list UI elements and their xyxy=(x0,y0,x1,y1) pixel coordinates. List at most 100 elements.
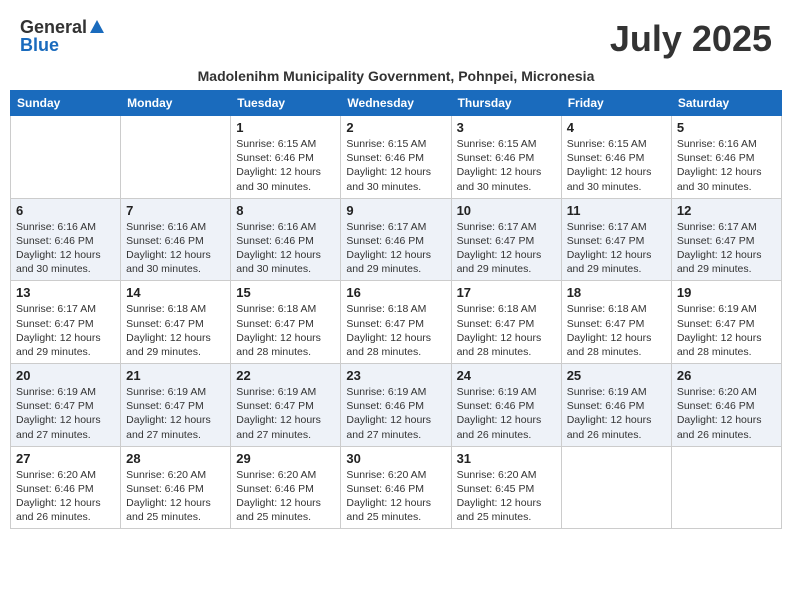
day-number: 29 xyxy=(236,451,335,466)
day-info: Sunrise: 6:15 AM Sunset: 6:46 PM Dayligh… xyxy=(346,137,445,194)
day-info: Sunrise: 6:19 AM Sunset: 6:46 PM Dayligh… xyxy=(346,385,445,442)
day-info: Sunrise: 6:19 AM Sunset: 6:46 PM Dayligh… xyxy=(457,385,556,442)
day-number: 14 xyxy=(126,285,225,300)
calendar-table: SundayMondayTuesdayWednesdayThursdayFrid… xyxy=(10,90,782,529)
calendar-cell: 23 Sunrise: 6:19 AM Sunset: 6:46 PM Dayli… xyxy=(341,364,451,447)
logo-icon xyxy=(89,19,105,35)
day-number: 31 xyxy=(457,451,556,466)
day-info: Sunrise: 6:18 AM Sunset: 6:47 PM Dayligh… xyxy=(346,302,445,359)
day-info: Sunrise: 6:19 AM Sunset: 6:47 PM Dayligh… xyxy=(236,385,335,442)
day-number: 8 xyxy=(236,203,335,218)
calendar-cell: 6Sunrise: 6:16 AM Sunset: 6:46 PM Daylig… xyxy=(11,198,121,281)
day-info: Sunrise: 6:20 AM Sunset: 6:46 PM Dayligh… xyxy=(16,468,115,525)
calendar-cell xyxy=(11,116,121,199)
calendar-cell: 17 Sunrise: 6:18 AM Sunset: 6:47 PM Dayli… xyxy=(451,281,561,364)
day-info: Sunrise: 6:16 AM Sunset: 6:46 PM Dayligh… xyxy=(16,220,115,277)
day-info: Sunrise: 6:17 AM Sunset: 6:47 PM Dayligh… xyxy=(677,220,776,277)
day-number: 19 xyxy=(677,285,776,300)
day-number: 18 xyxy=(567,285,666,300)
calendar-cell: 13Sunrise: 6:17 AM Sunset: 6:47 PM Dayli… xyxy=(11,281,121,364)
day-info: Sunrise: 6:20 AM Sunset: 6:46 PM Dayligh… xyxy=(126,468,225,525)
day-number: 22 xyxy=(236,368,335,383)
month-title: July 2025 xyxy=(610,18,772,60)
day-info: Sunrise: 6:17 AM Sunset: 6:46 PM Dayligh… xyxy=(346,220,445,277)
calendar-cell: 19 Sunrise: 6:19 AM Sunset: 6:47 PM Dayli… xyxy=(671,281,781,364)
calendar-cell: 11 Sunrise: 6:17 AM Sunset: 6:47 PM Dayli… xyxy=(561,198,671,281)
column-header-monday: Monday xyxy=(121,91,231,116)
calendar-cell: 31 Sunrise: 6:20 AM Sunset: 6:45 PM Dayli… xyxy=(451,446,561,529)
day-number: 2 xyxy=(346,120,445,135)
calendar-cell: 21 Sunrise: 6:19 AM Sunset: 6:47 PM Dayli… xyxy=(121,364,231,447)
calendar-cell xyxy=(121,116,231,199)
day-info: Sunrise: 6:16 AM Sunset: 6:46 PM Dayligh… xyxy=(126,220,225,277)
calendar-cell: 9 Sunrise: 6:17 AM Sunset: 6:46 PM Daylig… xyxy=(341,198,451,281)
calendar-cell: 16 Sunrise: 6:18 AM Sunset: 6:47 PM Dayli… xyxy=(341,281,451,364)
calendar-cell: 5 Sunrise: 6:16 AM Sunset: 6:46 PM Daylig… xyxy=(671,116,781,199)
logo: General Blue xyxy=(20,18,105,54)
calendar-week-row: 6Sunrise: 6:16 AM Sunset: 6:46 PM Daylig… xyxy=(11,198,782,281)
column-header-friday: Friday xyxy=(561,91,671,116)
calendar-cell: 26 Sunrise: 6:20 AM Sunset: 6:46 PM Dayli… xyxy=(671,364,781,447)
page-header: General Blue July 2025 xyxy=(10,10,782,64)
calendar-cell: 10Sunrise: 6:17 AM Sunset: 6:47 PM Dayli… xyxy=(451,198,561,281)
day-info: Sunrise: 6:17 AM Sunset: 6:47 PM Dayligh… xyxy=(567,220,666,277)
day-number: 5 xyxy=(677,120,776,135)
day-info: Sunrise: 6:20 AM Sunset: 6:46 PM Dayligh… xyxy=(346,468,445,525)
day-info: Sunrise: 6:18 AM Sunset: 6:47 PM Dayligh… xyxy=(567,302,666,359)
day-number: 24 xyxy=(457,368,556,383)
day-info: Sunrise: 6:15 AM Sunset: 6:46 PM Dayligh… xyxy=(236,137,335,194)
calendar-cell: 30 Sunrise: 6:20 AM Sunset: 6:46 PM Dayli… xyxy=(341,446,451,529)
column-header-sunday: Sunday xyxy=(11,91,121,116)
day-number: 16 xyxy=(346,285,445,300)
column-header-wednesday: Wednesday xyxy=(341,91,451,116)
day-number: 21 xyxy=(126,368,225,383)
calendar-cell xyxy=(671,446,781,529)
calendar-week-row: 13Sunrise: 6:17 AM Sunset: 6:47 PM Dayli… xyxy=(11,281,782,364)
day-number: 30 xyxy=(346,451,445,466)
calendar-cell: 18 Sunrise: 6:18 AM Sunset: 6:47 PM Dayli… xyxy=(561,281,671,364)
calendar-cell: 24 Sunrise: 6:19 AM Sunset: 6:46 PM Dayli… xyxy=(451,364,561,447)
calendar-cell: 7 Sunrise: 6:16 AM Sunset: 6:46 PM Daylig… xyxy=(121,198,231,281)
day-number: 26 xyxy=(677,368,776,383)
calendar-week-row: 20Sunrise: 6:19 AM Sunset: 6:47 PM Dayli… xyxy=(11,364,782,447)
logo-general-text: General xyxy=(20,18,87,36)
day-number: 23 xyxy=(346,368,445,383)
day-info: Sunrise: 6:17 AM Sunset: 6:47 PM Dayligh… xyxy=(457,220,556,277)
column-header-thursday: Thursday xyxy=(451,91,561,116)
calendar-cell: 1Sunrise: 6:15 AM Sunset: 6:46 PM Daylig… xyxy=(231,116,341,199)
day-info: Sunrise: 6:17 AM Sunset: 6:47 PM Dayligh… xyxy=(16,302,115,359)
logo-blue-text: Blue xyxy=(20,36,59,54)
day-info: Sunrise: 6:16 AM Sunset: 6:46 PM Dayligh… xyxy=(677,137,776,194)
day-number: 17 xyxy=(457,285,556,300)
day-number: 9 xyxy=(346,203,445,218)
day-number: 28 xyxy=(126,451,225,466)
calendar-cell: 2 Sunrise: 6:15 AM Sunset: 6:46 PM Daylig… xyxy=(341,116,451,199)
day-info: Sunrise: 6:19 AM Sunset: 6:46 PM Dayligh… xyxy=(567,385,666,442)
day-info: Sunrise: 6:15 AM Sunset: 6:46 PM Dayligh… xyxy=(567,137,666,194)
day-number: 11 xyxy=(567,203,666,218)
day-number: 4 xyxy=(567,120,666,135)
day-info: Sunrise: 6:20 AM Sunset: 6:45 PM Dayligh… xyxy=(457,468,556,525)
day-info: Sunrise: 6:19 AM Sunset: 6:47 PM Dayligh… xyxy=(16,385,115,442)
calendar-cell: 14Sunrise: 6:18 AM Sunset: 6:47 PM Dayli… xyxy=(121,281,231,364)
calendar-cell: 3Sunrise: 6:15 AM Sunset: 6:46 PM Daylig… xyxy=(451,116,561,199)
day-info: Sunrise: 6:19 AM Sunset: 6:47 PM Dayligh… xyxy=(126,385,225,442)
day-info: Sunrise: 6:19 AM Sunset: 6:47 PM Dayligh… xyxy=(677,302,776,359)
calendar-subtitle: Madolenihm Municipality Government, Pohn… xyxy=(10,68,782,84)
calendar-cell: 27Sunrise: 6:20 AM Sunset: 6:46 PM Dayli… xyxy=(11,446,121,529)
calendar-cell: 4 Sunrise: 6:15 AM Sunset: 6:46 PM Daylig… xyxy=(561,116,671,199)
day-number: 25 xyxy=(567,368,666,383)
calendar-week-row: 1Sunrise: 6:15 AM Sunset: 6:46 PM Daylig… xyxy=(11,116,782,199)
day-number: 7 xyxy=(126,203,225,218)
calendar-cell: 25 Sunrise: 6:19 AM Sunset: 6:46 PM Dayli… xyxy=(561,364,671,447)
calendar-header-row: SundayMondayTuesdayWednesdayThursdayFrid… xyxy=(11,91,782,116)
day-number: 3 xyxy=(457,120,556,135)
calendar-cell: 29Sunrise: 6:20 AM Sunset: 6:46 PM Dayli… xyxy=(231,446,341,529)
calendar-cell: 12 Sunrise: 6:17 AM Sunset: 6:47 PM Dayli… xyxy=(671,198,781,281)
day-info: Sunrise: 6:18 AM Sunset: 6:47 PM Dayligh… xyxy=(457,302,556,359)
day-number: 12 xyxy=(677,203,776,218)
day-info: Sunrise: 6:18 AM Sunset: 6:47 PM Dayligh… xyxy=(236,302,335,359)
calendar-cell: 22 Sunrise: 6:19 AM Sunset: 6:47 PM Dayli… xyxy=(231,364,341,447)
day-number: 15 xyxy=(236,285,335,300)
day-info: Sunrise: 6:20 AM Sunset: 6:46 PM Dayligh… xyxy=(677,385,776,442)
